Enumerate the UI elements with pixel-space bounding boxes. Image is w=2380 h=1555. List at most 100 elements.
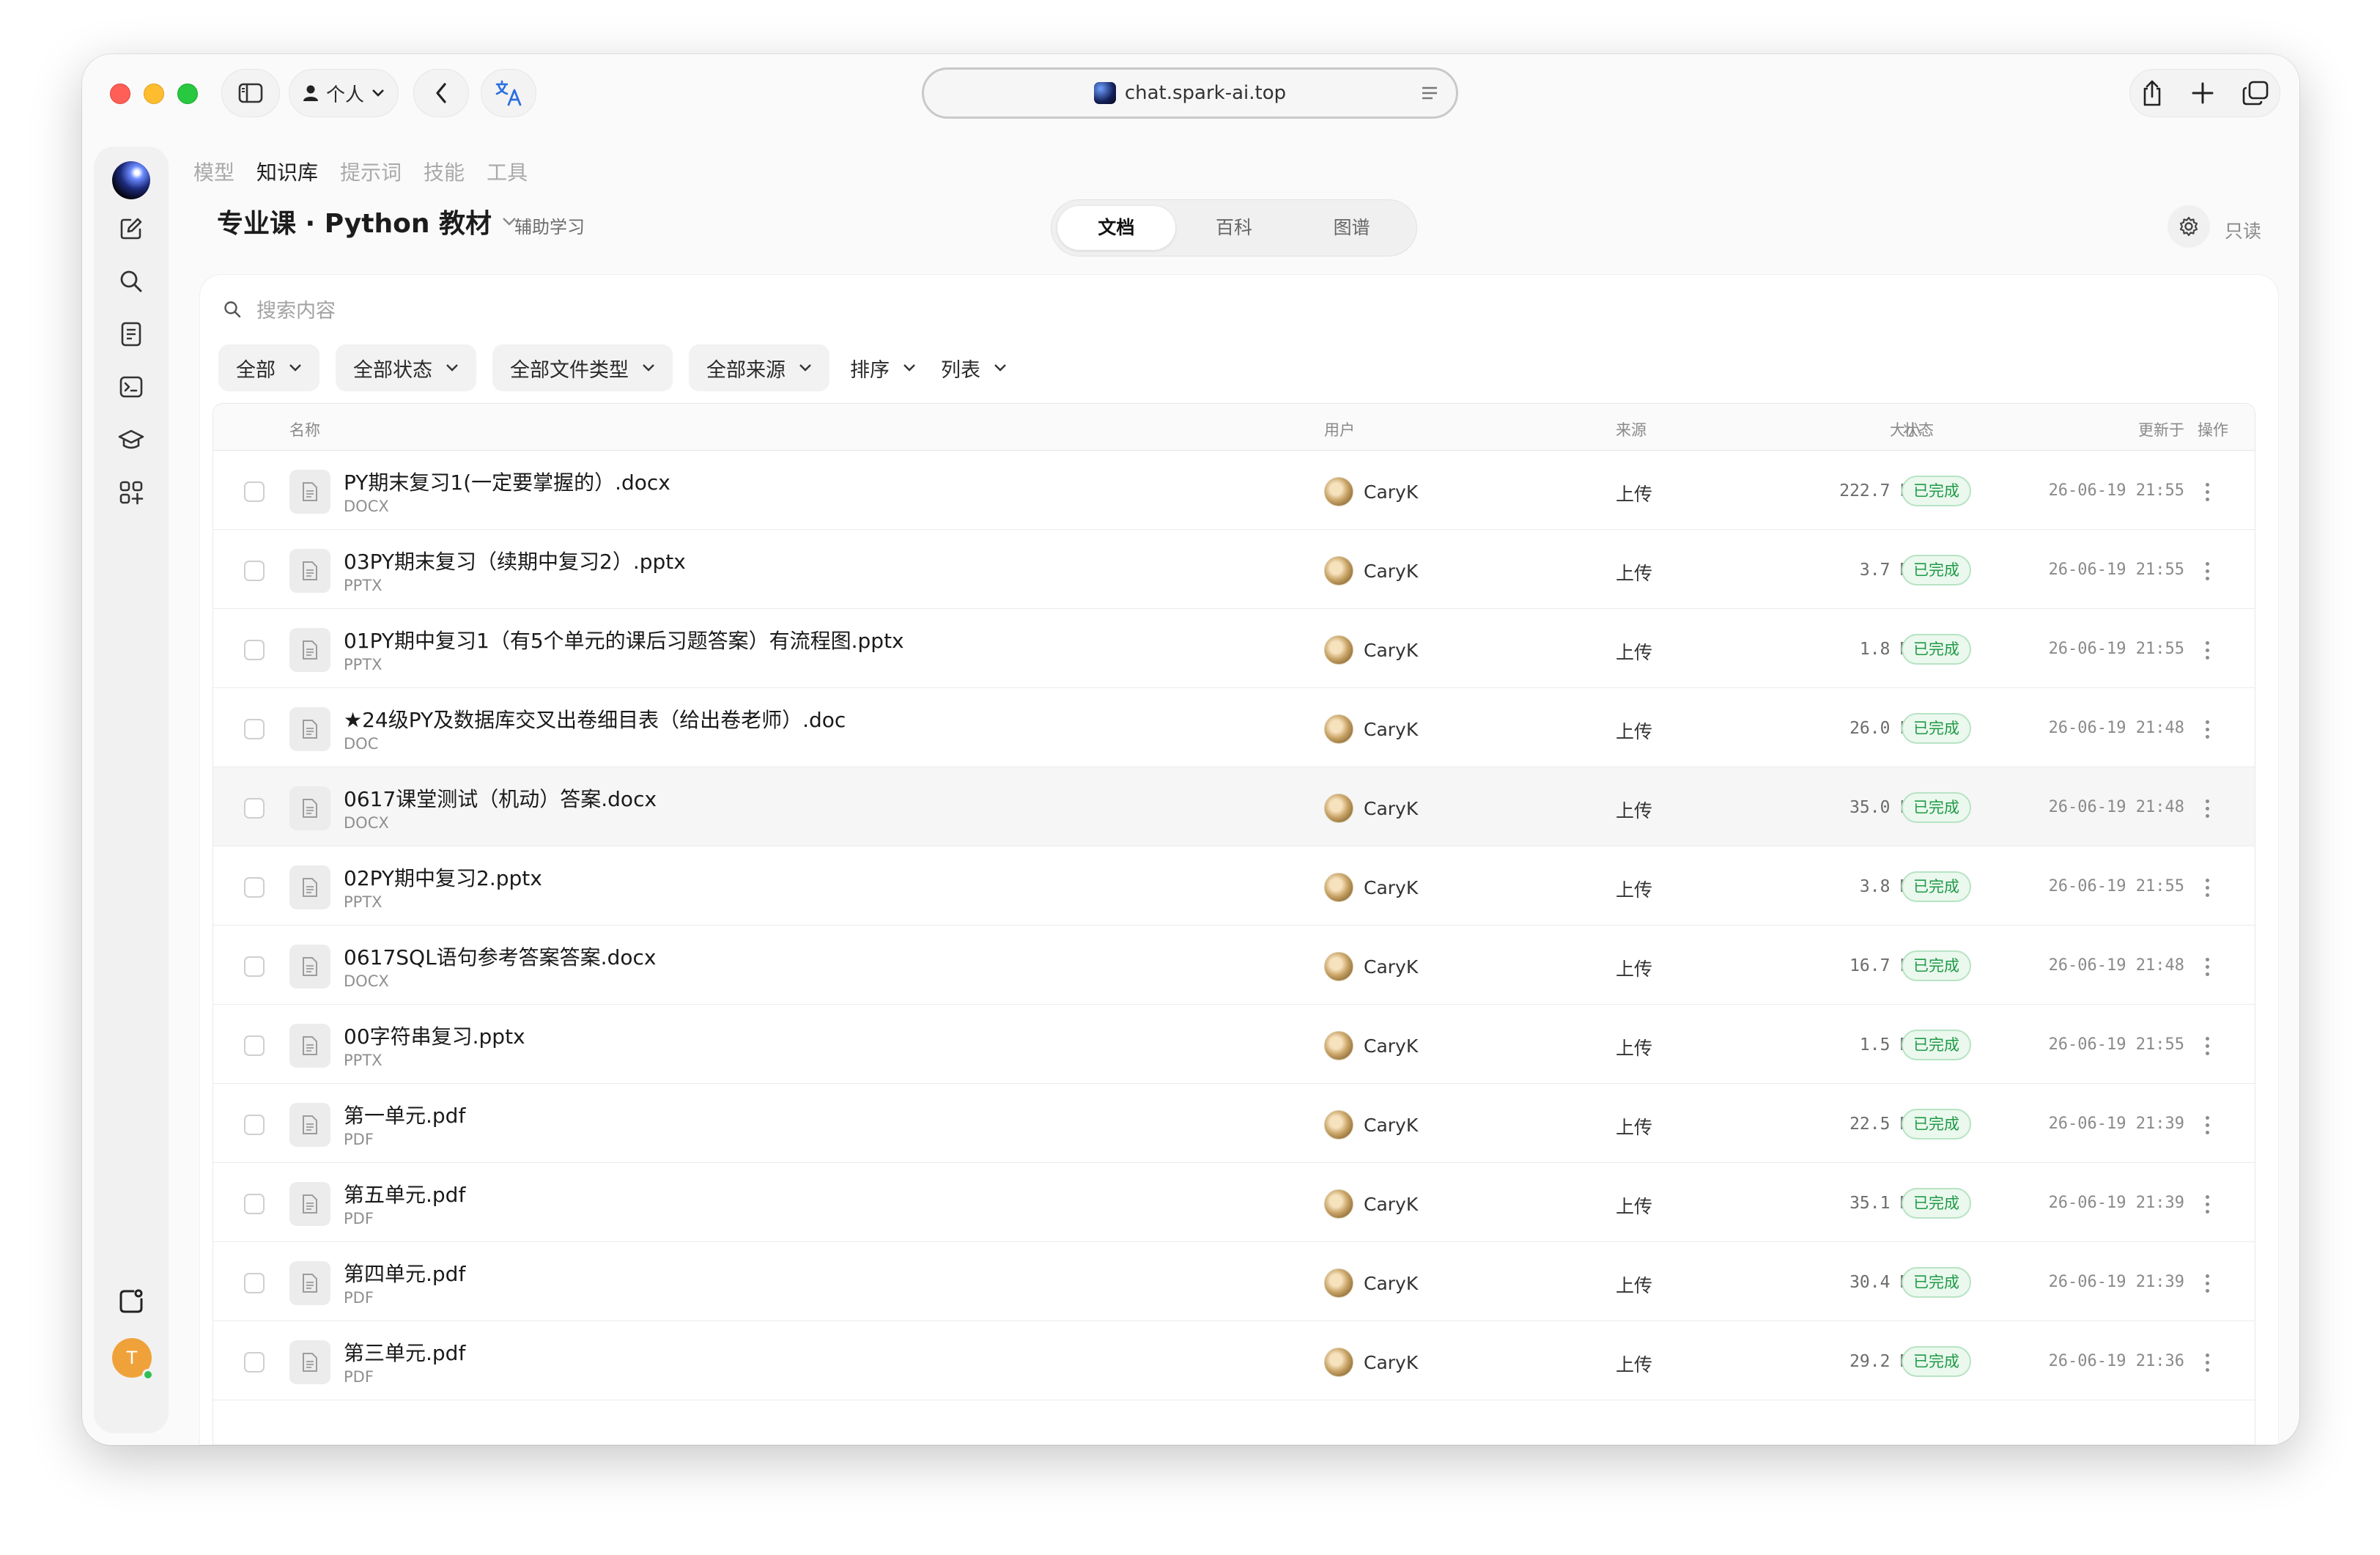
tab-overview-icon[interactable] (2242, 81, 2269, 106)
tab-graph[interactable]: 图谱 (1293, 206, 1411, 250)
chevron-down-icon (289, 364, 301, 372)
updated-time: 26-06-19 21:55 (2048, 481, 2184, 500)
row-checkbox[interactable] (244, 1273, 265, 1293)
file-name[interactable]: 第四单元.pdf (344, 1258, 465, 1288)
row-checkbox[interactable] (244, 719, 265, 739)
table-row[interactable]: 第三单元.pdf PDF CaryK 上传 29.2 MB 已完成 26-06-… (213, 1321, 2255, 1400)
filter-status[interactable]: 全部状态 (336, 344, 476, 391)
row-checkbox[interactable] (244, 481, 265, 502)
address-bar[interactable]: chat.spark-ai.top (922, 67, 1458, 119)
view-mode-dropdown[interactable]: 列表 (936, 344, 1011, 391)
tab-prompts[interactable]: 提示词 (340, 157, 402, 186)
search-icon[interactable] (117, 267, 146, 296)
tab-models[interactable]: 模型 (193, 157, 234, 186)
file-icon (289, 945, 330, 989)
more-actions-icon[interactable] (2202, 792, 2212, 824)
close-window-button[interactable] (110, 84, 130, 104)
file-name[interactable]: 0617SQL语句参考答案答案.docx (344, 942, 656, 971)
more-actions-icon[interactable] (2202, 634, 2212, 666)
tab-wiki[interactable]: 百科 (1175, 206, 1293, 250)
minimize-window-button[interactable] (144, 84, 164, 104)
terminal-icon[interactable] (117, 372, 146, 402)
status-badge: 已完成 (1902, 555, 1971, 586)
table-row[interactable]: 0617SQL语句参考答案答案.docx DOCX CaryK 上传 16.7 … (213, 926, 2255, 1005)
table-row[interactable]: 0617课堂测试（机动）答案.docx DOCX CaryK 上传 35.0 K… (213, 767, 2255, 846)
more-actions-icon[interactable] (2202, 1109, 2212, 1141)
filter-source[interactable]: 全部来源 (689, 344, 829, 391)
more-actions-icon[interactable] (2202, 476, 2212, 508)
more-actions-icon[interactable] (2202, 1030, 2212, 1062)
new-chat-icon[interactable] (117, 214, 146, 243)
uploader-avatar (1324, 1189, 1353, 1219)
sort-dropdown[interactable]: 排序 (846, 344, 920, 391)
file-name[interactable]: 0617课堂测试（机动）答案.docx (344, 783, 657, 813)
share-icon[interactable] (2141, 79, 2163, 107)
search-input[interactable]: 搜索内容 (223, 295, 336, 323)
document-icon[interactable] (117, 320, 146, 349)
table-row[interactable]: 第五单元.pdf PDF CaryK 上传 35.1 MB 已完成 26-06-… (213, 1163, 2255, 1242)
more-actions-icon[interactable] (2202, 950, 2212, 983)
file-name[interactable]: 03PY期末复习（续期中复习2）.pptx (344, 546, 686, 575)
file-name[interactable]: 00字符串复习.pptx (344, 1021, 525, 1050)
tab-knowledge-base[interactable]: 知识库 (256, 157, 318, 186)
feedback-icon[interactable] (117, 1287, 146, 1316)
filter-file-type[interactable]: 全部文件类型 (492, 344, 673, 391)
more-actions-icon[interactable] (2202, 1346, 2212, 1378)
table-row[interactable]: PY期末复习1(一定要掌握的）.docx DOCX CaryK 上传 222.7… (213, 451, 2255, 530)
file-name[interactable]: 第五单元.pdf (344, 1179, 465, 1208)
top-nav-tabs: 模型 知识库 提示词 技能 工具 (193, 157, 528, 186)
row-checkbox[interactable] (244, 1194, 265, 1214)
row-checkbox[interactable] (244, 640, 265, 660)
file-name[interactable]: 01PY期中复习1（有5个单元的课后习题答案）有流程图.pptx (344, 625, 904, 654)
row-checkbox[interactable] (244, 1035, 265, 1056)
table-row[interactable]: 01PY期中复习1（有5个单元的课后习题答案）有流程图.pptx PPTX Ca… (213, 609, 2255, 688)
graduation-cap-icon[interactable] (117, 425, 146, 454)
file-name[interactable]: 第一单元.pdf (344, 1100, 465, 1129)
table-row[interactable]: 03PY期末复习（续期中复习2）.pptx PPTX CaryK 上传 3.7 … (213, 530, 2255, 609)
row-checkbox[interactable] (244, 1352, 265, 1373)
table-row[interactable]: 第四单元.pdf PDF CaryK 上传 30.4 MB 已完成 26-06-… (213, 1242, 2255, 1321)
more-actions-icon[interactable] (2202, 713, 2212, 745)
file-size: 3.7 MB (1859, 561, 1921, 580)
more-actions-icon[interactable] (2202, 871, 2212, 904)
tab-tools[interactable]: 工具 (487, 157, 528, 186)
reader-menu-icon[interactable] (1421, 86, 1438, 100)
tab-skills[interactable]: 技能 (424, 157, 465, 186)
translate-button[interactable] (481, 69, 536, 117)
back-button[interactable] (413, 69, 469, 117)
sidebar-toggle-button[interactable] (221, 69, 280, 117)
file-name[interactable]: ★24级PY及数据库交叉出卷细目表（给出卷老师）.doc (344, 704, 846, 734)
settings-button[interactable] (2168, 205, 2210, 248)
uploader-name: CaryK (1364, 639, 1419, 661)
knowledge-base-selector[interactable]: 专业课 · Python 教材 (217, 202, 517, 240)
file-name[interactable]: 第三单元.pdf (344, 1337, 465, 1367)
table-row[interactable]: 02PY期中复习2.pptx PPTX CaryK 上传 3.8 MB 已完成 … (213, 846, 2255, 926)
profile-switcher[interactable]: 个人 (289, 69, 399, 117)
row-checkbox[interactable] (244, 956, 265, 977)
app-logo[interactable] (112, 161, 150, 199)
status-badge: 已完成 (1902, 1030, 1971, 1060)
table-row[interactable]: 00字符串复习.pptx PPTX CaryK 上传 1.5 MB 已完成 26… (213, 1005, 2255, 1084)
more-actions-icon[interactable] (2202, 1188, 2212, 1220)
row-checkbox[interactable] (244, 561, 265, 581)
row-checkbox[interactable] (244, 877, 265, 898)
new-tab-icon[interactable] (2192, 82, 2214, 104)
more-actions-icon[interactable] (2202, 555, 2212, 587)
file-icon (289, 865, 330, 909)
file-name[interactable]: 02PY期中复习2.pptx (344, 863, 542, 892)
filter-all[interactable]: 全部 (218, 344, 319, 391)
uploader-name: CaryK (1364, 876, 1419, 898)
file-icon (289, 786, 330, 830)
more-actions-icon[interactable] (2202, 1267, 2212, 1299)
uploader-avatar (1324, 1268, 1353, 1298)
table-row[interactable]: 第一单元.pdf PDF CaryK 上传 22.5 MB 已完成 26-06-… (213, 1084, 2255, 1163)
zoom-window-button[interactable] (177, 84, 198, 104)
table-row[interactable]: ★24级PY及数据库交叉出卷细目表（给出卷老师）.doc DOC CaryK 上… (213, 688, 2255, 767)
row-checkbox[interactable] (244, 798, 265, 819)
apps-icon[interactable] (117, 478, 146, 507)
person-icon (303, 85, 318, 101)
row-checkbox[interactable] (244, 1115, 265, 1135)
file-name[interactable]: PY期末复习1(一定要掌握的）.docx (344, 467, 670, 496)
updated-time: 26-06-19 21:39 (2048, 1194, 2184, 1212)
tab-documents[interactable]: 文档 (1057, 206, 1175, 250)
